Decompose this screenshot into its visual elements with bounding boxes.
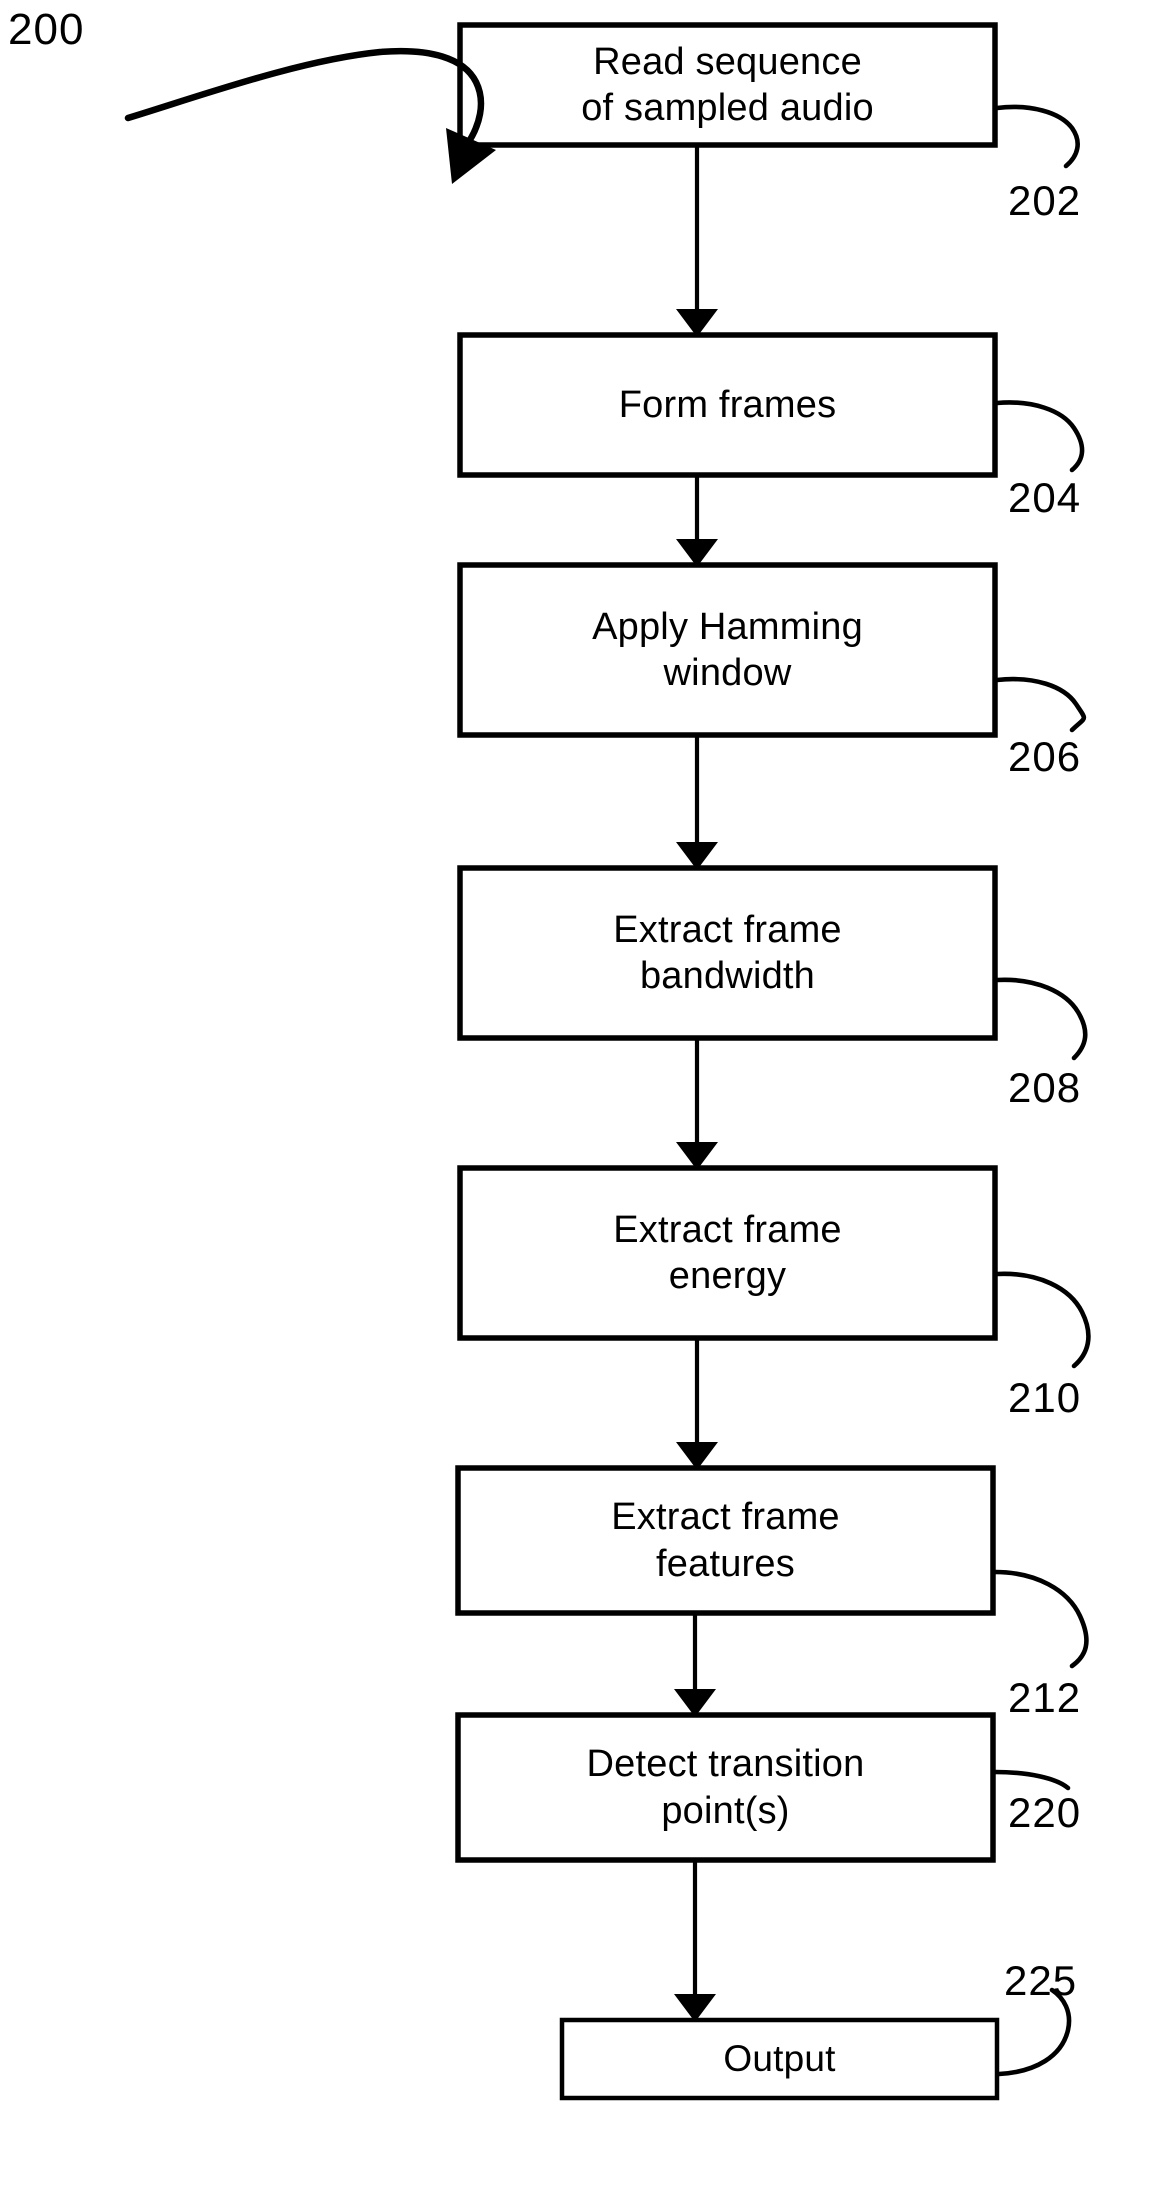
reference-numeral-204: 204 xyxy=(1008,474,1082,521)
reference-numeral-206: 206 xyxy=(1008,733,1082,780)
patent-figure-200: Read sequence of sampled audio 202 Form fr… xyxy=(0,0,1159,2203)
leader-line-202 xyxy=(994,104,1080,169)
process-box-label-extract-frame-bandwidth: Extract frame bandwidth xyxy=(613,908,842,997)
process-box-label-extract-frame-features: Extract frame features xyxy=(611,1496,840,1585)
reference-numeral-220: 220 xyxy=(1008,1789,1082,1836)
leader-line-206 xyxy=(994,676,1087,733)
process-box-label-extract-frame-energy: Extract frame energy xyxy=(613,1208,842,1297)
process-box-label-output: Output xyxy=(723,2038,836,2080)
leader-line-212 xyxy=(992,1569,1089,1669)
reference-numeral-212: 212 xyxy=(1008,1674,1082,1721)
process-box-label-form-frames: Form frames xyxy=(618,383,837,426)
reference-numeral-225: 225 xyxy=(1004,1957,1078,2004)
process-box-label-read-sequence: Read sequence of sampled audio xyxy=(581,40,874,129)
leader-line-204 xyxy=(994,400,1085,473)
leader-line-220 xyxy=(992,1769,1071,1791)
reference-numeral-202: 202 xyxy=(1008,177,1082,224)
leader-line-210 xyxy=(994,1271,1091,1369)
figure-geometry xyxy=(124,22,1091,2101)
reference-numeral-210: 210 xyxy=(1008,1374,1082,1421)
process-box-label-detect-transition-points: Detect transition point(s) xyxy=(586,1743,865,1832)
figure-pointer-group xyxy=(124,47,496,184)
process-box-label-apply-hamming-window: Apply Hamming window xyxy=(592,605,863,694)
reference-numeral-208: 208 xyxy=(1008,1064,1082,1111)
leader-line-208 xyxy=(994,977,1088,1061)
figure-number-label: 200 xyxy=(8,5,85,54)
figure-pointer-curve xyxy=(124,47,485,150)
